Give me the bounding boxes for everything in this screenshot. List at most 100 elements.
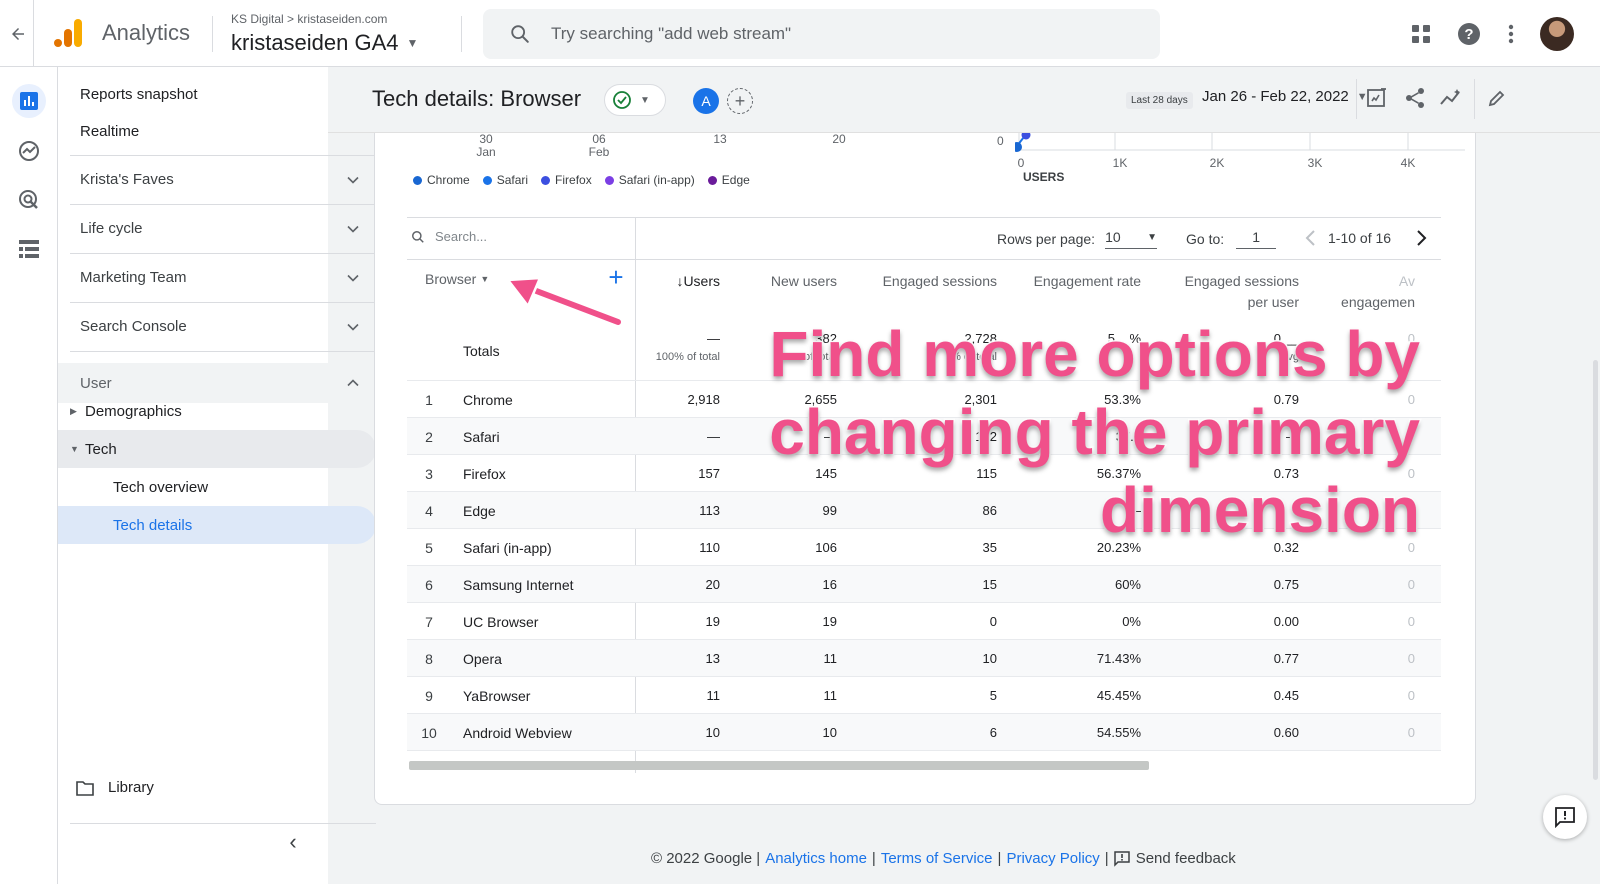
folder-icon	[76, 780, 94, 796]
nav-section-marketing-team[interactable]: Marketing Team	[70, 253, 376, 301]
share-icon[interactable]	[1402, 85, 1428, 111]
cell-new-users: 19	[822, 614, 837, 629]
back-arrow-icon[interactable]	[4, 20, 32, 48]
scatter-x-tick: 1K	[1112, 156, 1128, 170]
search-bar[interactable]: Try searching "add web stream"	[483, 9, 1160, 59]
column-header-new-users[interactable]: New users	[745, 271, 837, 292]
cell-esp-user: 0.45	[1273, 688, 1299, 703]
table-search[interactable]: Search...	[411, 229, 487, 244]
row-index: 6	[425, 577, 433, 593]
copyright: © 2022 Google |	[651, 850, 761, 867]
horizontal-scrollbar[interactable]	[409, 761, 1149, 770]
legend-item[interactable]: Edge	[707, 173, 750, 187]
collapse-nav-chevron-icon[interactable]: ‹	[278, 827, 308, 857]
nav-item-tech-overview[interactable]: Tech overview	[58, 468, 376, 506]
feedback-chat-button[interactable]	[1543, 795, 1587, 839]
cell-users: 20	[705, 577, 720, 592]
column-header-engaged-sessions[interactable]: Engaged sessions	[855, 271, 997, 292]
cell-esp-user: 0.60	[1273, 725, 1299, 740]
chat-feedback-icon	[1555, 807, 1575, 828]
apps-grid-icon[interactable]	[1408, 21, 1434, 47]
chevron-left-icon[interactable]	[1301, 228, 1321, 248]
advertising-icon[interactable]	[12, 183, 46, 217]
chart-legend: Chrome Safari Firefox Safari (in-app) Ed…	[413, 173, 750, 187]
account-path: KS Digital > kristaseiden.com	[231, 12, 388, 26]
legend-item[interactable]: Chrome	[413, 173, 470, 187]
edit-pencil-icon[interactable]	[1484, 85, 1510, 111]
help-icon[interactable]: ?	[1456, 21, 1482, 47]
app-name: Analytics	[102, 20, 191, 45]
row-browser: Safari (in-app)	[463, 540, 552, 556]
row-browser: Safari	[463, 429, 500, 445]
scatter-x-tick: 0	[1017, 156, 1025, 170]
configure-icon[interactable]	[12, 232, 46, 266]
cell-engagement-rate: 45.45%	[1096, 688, 1141, 703]
customize-report-icon[interactable]	[1364, 85, 1390, 111]
property-selector[interactable]: kristaseiden GA4 ▼	[231, 30, 418, 56]
nav-item-tech[interactable]: ▼ Tech	[58, 430, 376, 468]
analytics-home-link[interactable]: Analytics home	[765, 850, 867, 867]
cell-engagement-rate: 60%	[1114, 577, 1141, 592]
totals-label: Totals	[463, 343, 500, 359]
rows-per-page: Rows per page: 10 ▼	[997, 229, 1158, 249]
chevron-up-icon	[347, 379, 359, 387]
nav-realtime[interactable]: Realtime	[80, 123, 139, 140]
more-vert-icon[interactable]	[1498, 21, 1524, 47]
analytics-logo-icon[interactable]	[52, 17, 84, 49]
cell-engaged-sessions: 15	[982, 577, 997, 592]
row-index: 3	[425, 466, 433, 482]
nav-section-label: Life cycle	[80, 220, 143, 237]
cell-avg: 0	[1407, 651, 1415, 666]
column-header-users[interactable]: ↓Users	[665, 271, 720, 292]
nav-reports-snapshot[interactable]: Reports snapshot	[80, 86, 198, 103]
legend-item[interactable]: Safari	[482, 173, 528, 187]
row-browser: YaBrowser	[463, 688, 531, 704]
comparison-badge[interactable]: A	[693, 88, 719, 114]
add-comparison-icon[interactable]: +	[727, 88, 753, 114]
table-row[interactable]: 9 YaBrowser 11 11 5 45.45% 0.45 0	[407, 676, 1441, 714]
cell-engaged-sessions: 6	[989, 725, 997, 740]
cell-esp-user: 0.77	[1273, 651, 1299, 666]
legend-item[interactable]: Safari (in-app)	[604, 173, 695, 187]
table-row[interactable]: 10 Android Webview 10 10 6 54.55% 0.60 0	[407, 713, 1441, 751]
legend-item[interactable]: Firefox	[541, 173, 592, 187]
chevron-right-icon[interactable]	[1411, 228, 1431, 248]
send-feedback-button[interactable]: Send feedback	[1113, 850, 1236, 867]
table-row[interactable]: 7 UC Browser 19 19 0 0% 0.00 0	[407, 602, 1441, 640]
cell-engaged-sessions: 5	[989, 688, 997, 703]
terms-link[interactable]: Terms of Service	[881, 850, 993, 867]
date-range-label: Last 28 days	[1126, 92, 1193, 109]
date-range-picker[interactable]: Jan 26 - Feb 22, 2022 ▼	[1202, 88, 1368, 105]
nav-section-kristas-faves[interactable]: Krista's Faves	[70, 155, 376, 203]
footer-separator: |	[1104, 850, 1109, 867]
nav-section-search-console[interactable]: Search Console	[70, 302, 376, 350]
check-circle-icon	[613, 91, 631, 109]
nav-library[interactable]: Library	[76, 779, 154, 796]
column-header-engagement-rate[interactable]: Engagement rate	[1015, 271, 1141, 292]
goto-page-input[interactable]: 1	[1236, 229, 1277, 249]
primary-dimension-selector[interactable]: Browser ▼	[425, 271, 489, 287]
row-index: 10	[421, 725, 437, 741]
row-index: 7	[425, 614, 433, 630]
column-header-engaged-sessions-per-user[interactable]: Engaged sessions per user	[1155, 271, 1299, 313]
cell-new-users: 16	[822, 577, 837, 592]
report-header: Tech details: Browser ▼ A + Last 28 days…	[328, 67, 1600, 133]
row-browser: Firefox	[463, 466, 506, 482]
rows-per-page-select[interactable]: 10 ▼	[1105, 229, 1158, 249]
nav-item-demographics[interactable]: ▶ Demographics	[58, 392, 376, 430]
report-status-button[interactable]: ▼	[604, 84, 666, 116]
privacy-link[interactable]: Privacy Policy	[1006, 850, 1099, 867]
avatar[interactable]	[1540, 17, 1574, 51]
reports-icon[interactable]	[12, 84, 46, 118]
column-header-avg-engagement[interactable]: Av engagemen	[1315, 271, 1415, 313]
nav-item-tech-details[interactable]: Tech details	[58, 506, 376, 544]
table-row[interactable]: 8 Opera 13 11 10 71.43% 0.77 0	[407, 639, 1441, 677]
page-scrollbar[interactable]	[1593, 360, 1598, 780]
table-row[interactable]: 6 Samsung Internet 20 16 15 60% 0.75 0	[407, 565, 1441, 603]
annotation-line: dimension	[1098, 473, 1421, 548]
nav-section-life-cycle[interactable]: Life cycle	[70, 204, 376, 252]
divider	[461, 16, 462, 52]
explore-icon[interactable]	[12, 134, 46, 168]
insights-icon[interactable]	[1438, 85, 1464, 111]
scatter-x-tick: 4K	[1400, 156, 1416, 170]
